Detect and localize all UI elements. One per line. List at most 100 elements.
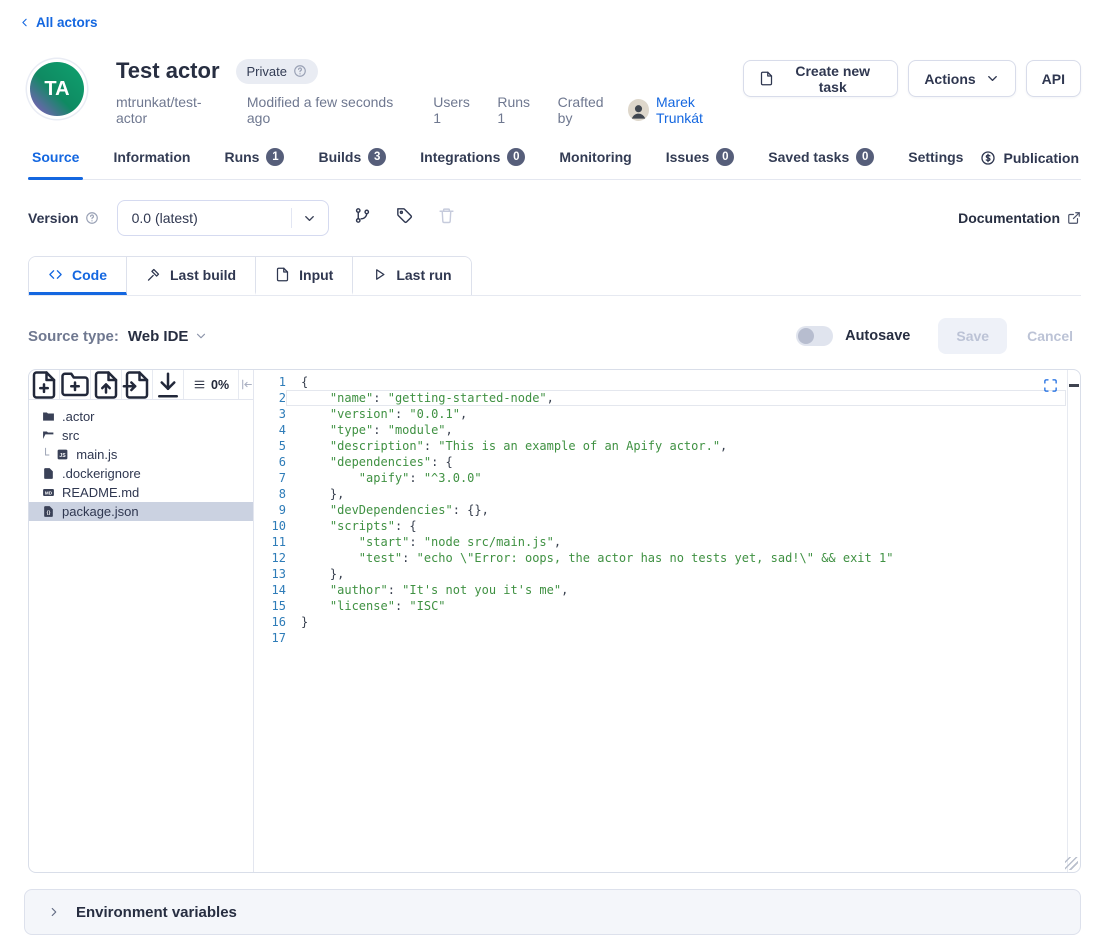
line-number: 15 [254, 598, 286, 614]
file-item-readme-md[interactable]: MDREADME.md [29, 483, 253, 502]
source-tab-label: Code [72, 267, 107, 283]
cancel-button[interactable]: Cancel [1019, 328, 1081, 344]
file-toolbar: 0% [29, 370, 253, 400]
fullscreen-button[interactable] [1043, 378, 1058, 393]
code-line-5[interactable]: 5 "description": "This is an example of … [254, 438, 1080, 454]
code-line-9[interactable]: 9 "devDependencies": {}, [254, 502, 1080, 518]
download-button[interactable] [153, 370, 184, 399]
version-select[interactable]: 0.0 (latest) [117, 200, 329, 236]
code-line-text: "start": "node src/main.js", [286, 534, 1066, 550]
tag-version-button[interactable] [396, 207, 413, 229]
file-item-actor[interactable]: .actor [29, 407, 253, 426]
line-number: 7 [254, 470, 286, 486]
version-help-icon[interactable] [85, 211, 99, 225]
download-icon [153, 370, 183, 400]
tab-builds[interactable]: Builds3 [316, 142, 388, 179]
collapse-panel-button[interactable] [239, 370, 253, 399]
code-line-4[interactable]: 4 "type": "module", [254, 422, 1080, 438]
code-line-11[interactable]: 11 "start": "node src/main.js", [254, 534, 1080, 550]
file-import-button[interactable] [122, 370, 153, 399]
tab-integrations[interactable]: Integrations0 [418, 142, 527, 179]
tab-runs[interactable]: Runs1 [222, 142, 286, 179]
source-type-select[interactable]: Web IDE [128, 328, 209, 345]
code-line-3[interactable]: 3 "version": "0.0.1", [254, 406, 1080, 422]
source-tab-label: Last run [396, 267, 451, 283]
file-item-dockerignore[interactable]: .dockerignore [29, 464, 253, 483]
help-icon[interactable] [293, 64, 307, 78]
file-upload-button[interactable] [91, 370, 122, 399]
tab-saved-tasks[interactable]: Saved tasks0 [766, 142, 876, 179]
author-link[interactable]: Marek Trunkát [656, 94, 743, 126]
code-line-10[interactable]: 10 "scripts": { [254, 518, 1080, 534]
git-branch-button[interactable] [354, 207, 371, 229]
code-line-text: "apify": "^3.0.0" [286, 470, 1066, 486]
code-line-17[interactable]: 17 [254, 630, 1080, 646]
delete-version-button[interactable] [438, 207, 455, 229]
chevron-left-icon [18, 16, 31, 29]
hammer-icon [146, 267, 161, 282]
line-number: 6 [254, 454, 286, 470]
autosave-toggle[interactable] [796, 326, 833, 346]
tab-source[interactable]: Source [30, 142, 81, 179]
source-subtabs-group: Code Last buildInput Last run [28, 256, 472, 295]
tree-zoom-control[interactable]: 0% [184, 370, 239, 399]
code-line-15[interactable]: 15 "license": "ISC" [254, 598, 1080, 614]
tab-issues[interactable]: Issues0 [664, 142, 737, 179]
file-item-src[interactable]: src [29, 426, 253, 445]
code-line-1[interactable]: 1{ [254, 374, 1080, 390]
fullscreen-icon [1043, 378, 1058, 393]
code-line-6[interactable]: 6 "dependencies": { [254, 454, 1080, 470]
code-line-14[interactable]: 14 "author": "It's not you it's me", [254, 582, 1080, 598]
editor-scrollbar[interactable] [1067, 370, 1080, 872]
save-button[interactable]: Save [938, 318, 1007, 354]
code-line-text: "license": "ISC" [286, 598, 1066, 614]
source-tab-input[interactable]: Input [256, 257, 353, 295]
avatar-initials: TA [44, 78, 69, 101]
file-import-icon [122, 370, 152, 400]
source-tab-last-run[interactable]: Last run [353, 257, 470, 295]
environment-variables-section[interactable]: Environment variables [24, 889, 1081, 935]
folder-plus-button[interactable] [60, 370, 91, 399]
svg-text:JS: JS [60, 453, 67, 459]
api-button[interactable]: API [1026, 60, 1081, 97]
source-type-value: Web IDE [128, 328, 189, 345]
tag-icon [396, 207, 413, 224]
code-line-8[interactable]: 8 }, [254, 486, 1080, 502]
tab-publication[interactable]: Publication [980, 150, 1079, 179]
source-tab-code[interactable]: Code [29, 257, 127, 295]
documentation-link[interactable]: Documentation [958, 210, 1081, 226]
resize-handle[interactable] [1065, 857, 1078, 870]
code-line-7[interactable]: 7 "apify": "^3.0.0" [254, 470, 1080, 486]
tab-count-badge: 0 [507, 148, 525, 166]
chevron-down-icon [985, 71, 1000, 86]
trash-icon [438, 207, 455, 224]
file-name: package.json [62, 504, 139, 519]
code-line-16[interactable]: 16} [254, 614, 1080, 630]
code-line-13[interactable]: 13 }, [254, 566, 1080, 582]
create-new-task-button[interactable]: Create new task [743, 60, 898, 97]
file-item-main-js[interactable]: └JSmain.js [29, 445, 253, 464]
actions-button[interactable]: Actions [908, 60, 1015, 97]
tab-information[interactable]: Information [111, 142, 192, 179]
source-tab-last-build[interactable]: Last build [127, 257, 256, 295]
tab-bar-items: Source Information Runs1 Builds3 Integration… [30, 142, 965, 179]
list-icon [193, 378, 206, 391]
scrollbar-thumb[interactable] [1069, 384, 1079, 387]
collapse-left-icon [240, 378, 253, 391]
code-icon [48, 267, 63, 282]
breadcrumb-all-actors[interactable]: All actors [18, 15, 98, 30]
tab-settings[interactable]: Settings [906, 142, 965, 179]
documentation-label: Documentation [958, 210, 1060, 226]
file-item-package-json[interactable]: {}package.json [29, 502, 253, 521]
code-line-text: "dependencies": { [286, 454, 1066, 470]
code-line-2[interactable]: 2 "name": "getting-started-node", [254, 390, 1080, 406]
file-plus-button[interactable] [29, 370, 60, 399]
code-area[interactable]: 1{2 "name": "getting-started-node",3 "ve… [254, 370, 1080, 872]
runs-count: Runs 1 [497, 94, 540, 126]
line-number: 16 [254, 614, 286, 630]
tab-monitoring[interactable]: Monitoring [557, 142, 633, 179]
chevron-down-icon [194, 329, 208, 343]
code-line-12[interactable]: 12 "test": "echo \"Error: oops, the acto… [254, 550, 1080, 566]
code-line-text: "type": "module", [286, 422, 1066, 438]
version-row: Version 0.0 (latest) Documentation [28, 200, 1081, 236]
